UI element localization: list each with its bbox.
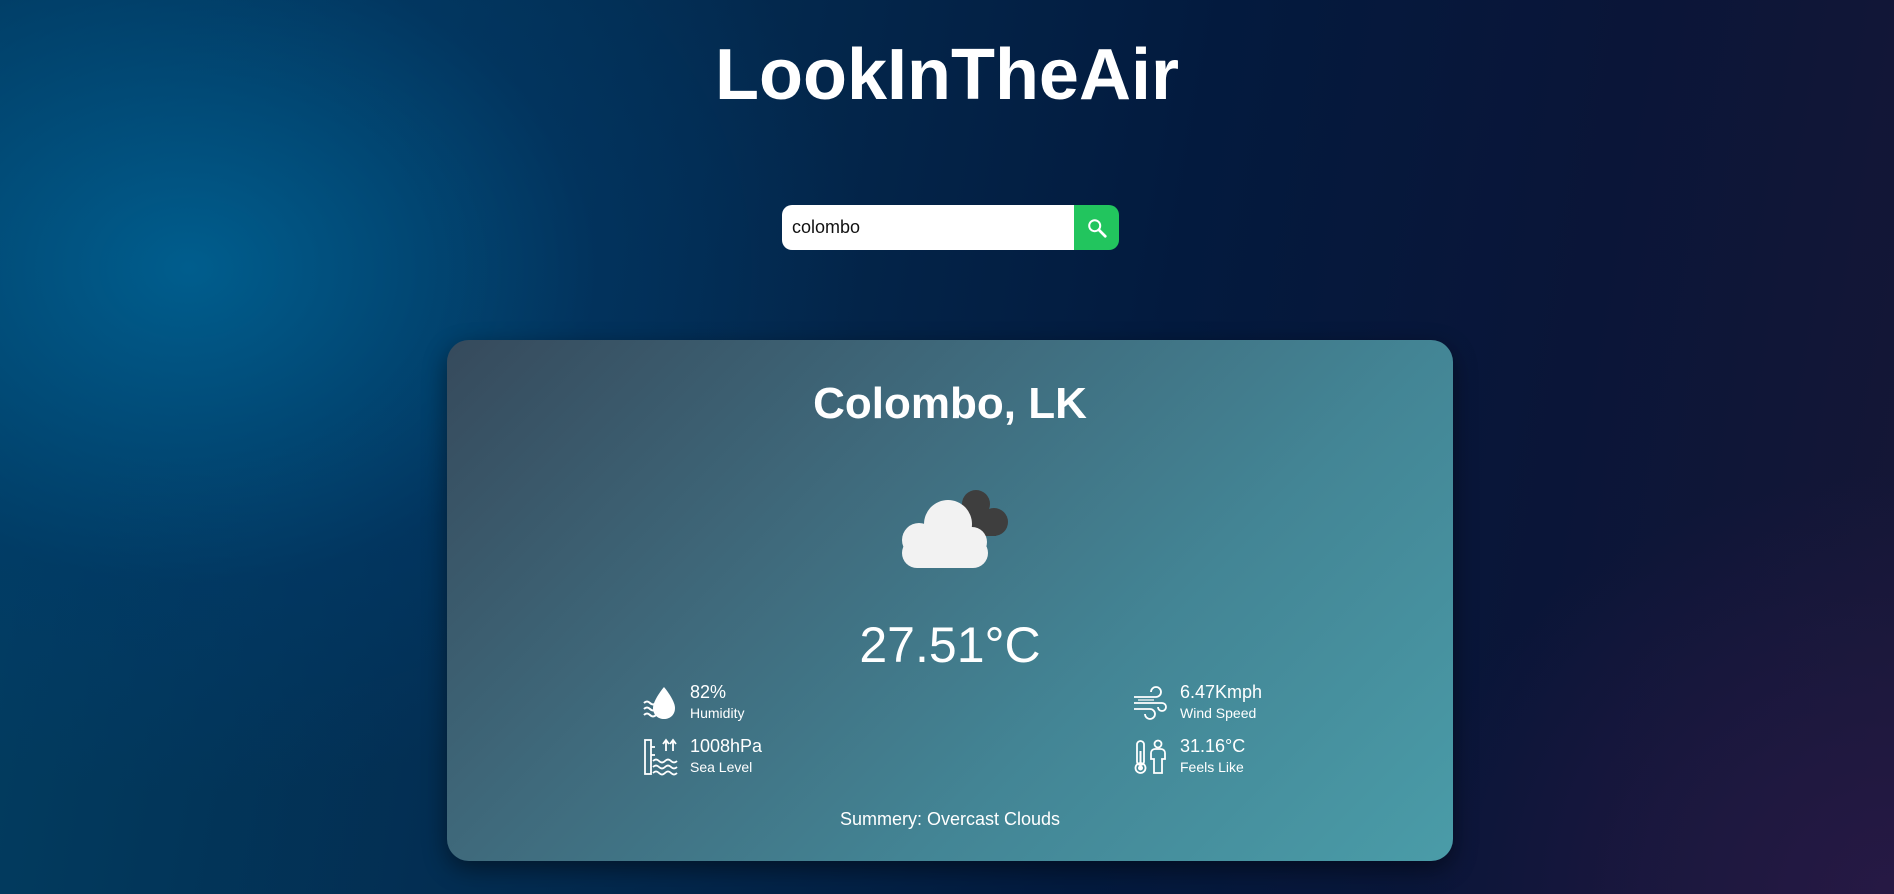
- feels-like-label: Feels Like: [1180, 759, 1244, 775]
- wind-speed-value: 6.47Kmph: [1180, 682, 1263, 702]
- weather-card: Colombo, LK 27.51°C 82% Humidity 1008hPa…: [447, 340, 1453, 861]
- search-icon: [1087, 218, 1107, 238]
- humidity-icon: [643, 687, 675, 719]
- wind-icon: [1134, 686, 1167, 720]
- wind-speed-label: Wind Speed: [1180, 705, 1257, 721]
- sea-level-value: 1008hPa: [690, 736, 763, 756]
- humidity-label: Humidity: [690, 705, 745, 721]
- city-name: Colombo, LK: [813, 379, 1087, 428]
- feels-like-value: 31.16°C: [1180, 736, 1246, 756]
- search-bar: [782, 205, 1119, 250]
- search-input[interactable]: [782, 205, 1074, 250]
- overcast-clouds-icon: [902, 490, 1008, 568]
- sea-level-icon: [644, 738, 678, 776]
- feels-like-stat: 31.16°C Feels Like: [1132, 735, 1245, 777]
- sea-level-label: Sea Level: [690, 759, 753, 775]
- wind-speed-stat: 6.47Kmph Wind Speed: [1132, 681, 1262, 723]
- weather-summary: Summery: Overcast Clouds: [839, 809, 1061, 829]
- temperature: 27.51°C: [859, 617, 1041, 673]
- app-title: LookInTheAir: [715, 35, 1179, 115]
- search-button[interactable]: [1074, 205, 1119, 250]
- humidity-stat: 82% Humidity: [642, 681, 744, 723]
- humidity-value: 82%: [690, 682, 727, 702]
- sea-level-stat: 1008hPa Sea Level: [642, 735, 762, 777]
- feels-like-icon: [1134, 739, 1166, 774]
